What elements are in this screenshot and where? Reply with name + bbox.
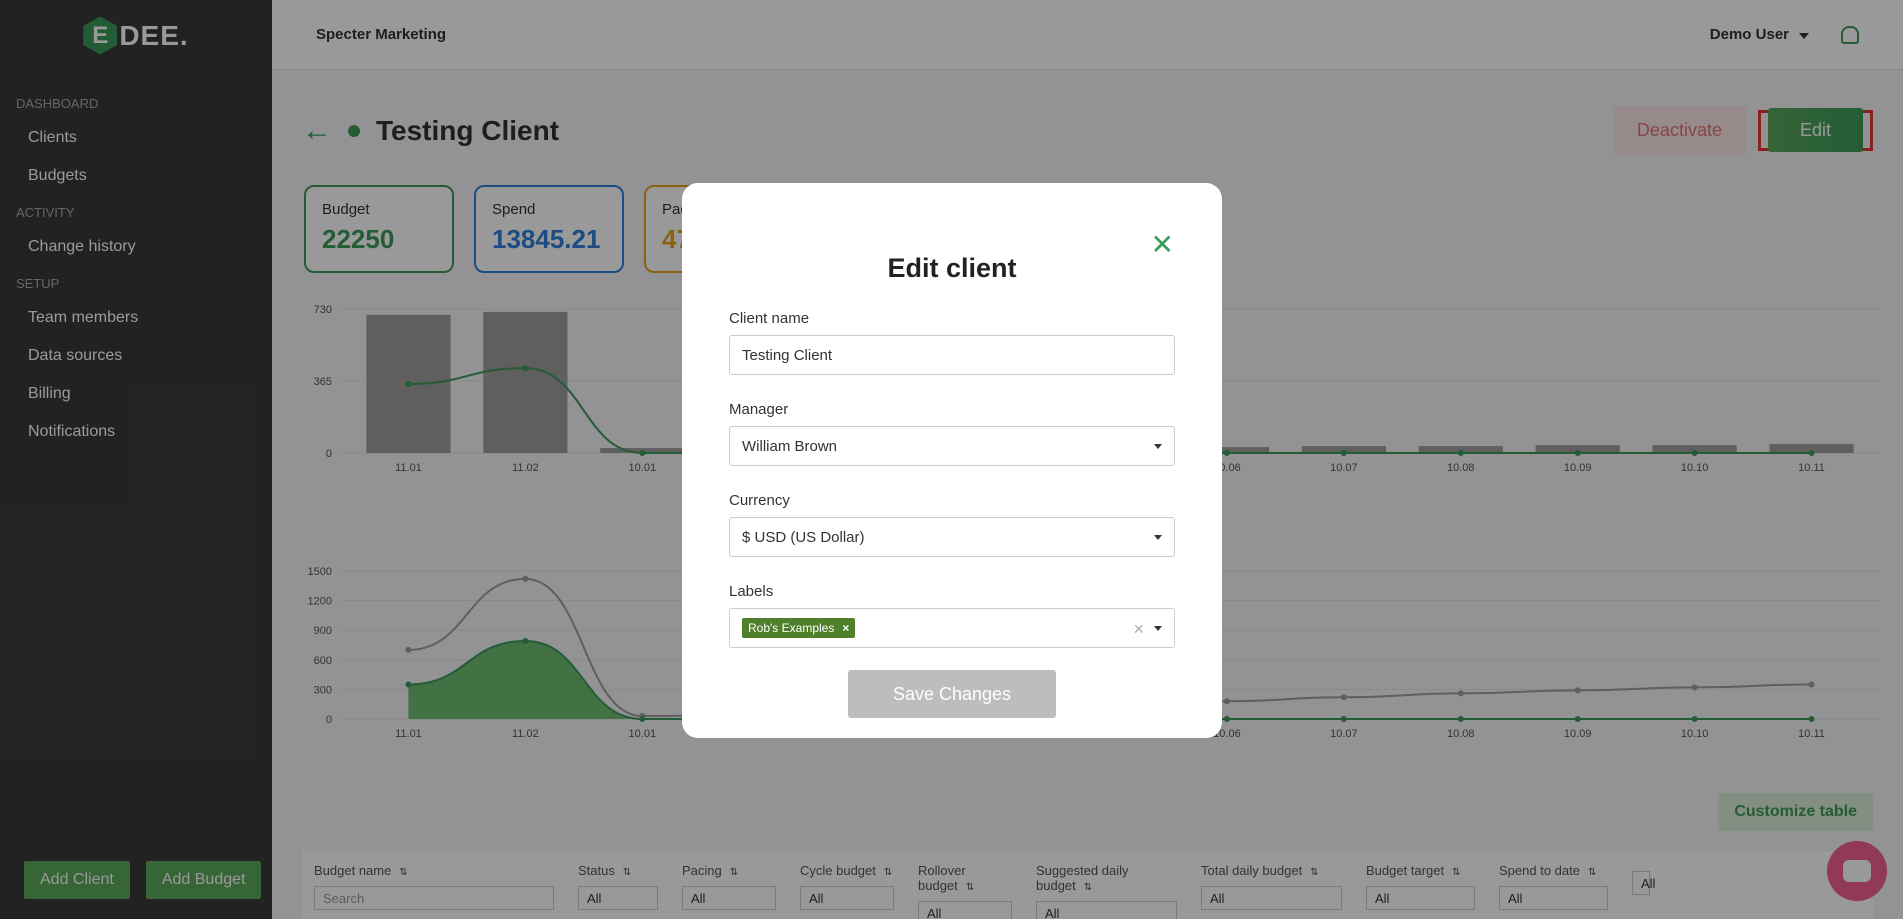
chevron-down-icon [1154,535,1162,540]
currency-value: $ USD (US Dollar) [742,528,865,546]
chevron-down-icon [1154,444,1162,449]
client-name-field[interactable]: Testing Client [729,335,1175,375]
client-name-value: Testing Client [742,346,833,364]
labels-select[interactable]: Rob's Examples × × [729,608,1175,648]
edit-client-modal: ✕ Edit client Client name Testing Client… [682,183,1222,738]
manager-label: Manager [729,401,789,418]
labels-label: Labels [729,583,774,600]
currency-select[interactable]: $ USD (US Dollar) [729,517,1175,557]
label-chip: Rob's Examples × [742,618,856,638]
client-name-label: Client name [729,310,810,327]
close-icon[interactable]: ✕ [1151,231,1174,259]
currency-label: Currency [729,492,790,509]
clear-icon[interactable]: × [1133,619,1144,640]
modal-title: Edit client [887,253,1017,283]
manager-value: William Brown [742,437,838,455]
label-chip-text: Rob's Examples [748,621,835,635]
save-changes-button[interactable]: Save Changes [848,670,1056,718]
remove-label-icon[interactable]: × [842,621,849,635]
chevron-down-icon [1154,626,1162,631]
manager-select[interactable]: William Brown [729,426,1175,466]
